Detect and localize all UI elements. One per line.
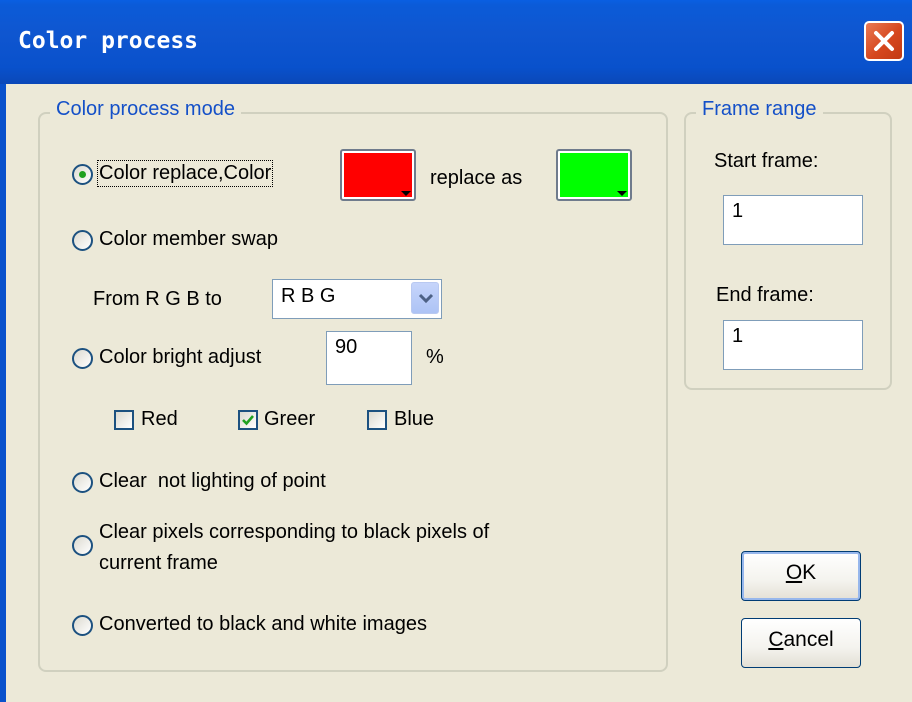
cancel-button-label: Cancel bbox=[768, 628, 833, 652]
color-bright-adjust-label[interactable]: Color bright adjust bbox=[99, 346, 261, 369]
color-process-dialog: Color process Color process mode Color r… bbox=[0, 0, 912, 702]
start-frame-label: Start frame: bbox=[714, 150, 819, 172]
green-channel-label[interactable]: Greer bbox=[264, 408, 315, 431]
clear-not-lighting-label[interactable]: Clear not lighting of point bbox=[99, 470, 326, 493]
swap-order-select[interactable]: R B G bbox=[272, 279, 442, 319]
red-channel-checkbox[interactable] bbox=[114, 410, 134, 430]
clear-black-pixels-radio[interactable] bbox=[72, 535, 93, 556]
ok-button-label: OK bbox=[786, 561, 816, 585]
target-color-picker[interactable] bbox=[556, 149, 632, 201]
blue-channel-label[interactable]: Blue bbox=[394, 408, 434, 431]
ok-rest: K bbox=[802, 561, 817, 584]
source-color-picker[interactable] bbox=[340, 149, 416, 201]
convert-bw-label[interactable]: Converted to black and white images bbox=[99, 613, 427, 636]
cancel-button[interactable]: Cancel bbox=[741, 618, 861, 668]
clear-black-pixels-label-line1[interactable]: Clear pixels corresponding to black pixe… bbox=[99, 521, 489, 544]
close-button[interactable] bbox=[864, 21, 904, 61]
window-border bbox=[0, 84, 6, 702]
ok-mnemonic: O bbox=[785, 561, 803, 584]
convert-bw-radio[interactable] bbox=[72, 615, 93, 636]
frame-range-legend: Frame range bbox=[696, 98, 823, 121]
color-member-swap-radio[interactable] bbox=[72, 230, 93, 251]
red-channel-label[interactable]: Red bbox=[141, 408, 178, 431]
target-color-dropdown-arrow-icon bbox=[617, 191, 627, 196]
swap-order-value: R B G bbox=[281, 285, 336, 307]
checkmark-icon bbox=[242, 415, 254, 426]
end-frame-input[interactable]: 1 bbox=[723, 320, 863, 370]
clear-not-lighting-radio[interactable] bbox=[72, 472, 93, 493]
green-channel-checkbox[interactable] bbox=[238, 410, 258, 430]
title-bar[interactable]: Color process bbox=[0, 0, 912, 84]
mode-group-legend: Color process mode bbox=[50, 98, 241, 121]
dialog-title: Color process bbox=[18, 28, 199, 54]
cancel-rest: ancel bbox=[783, 628, 834, 651]
color-member-swap-label[interactable]: Color member swap bbox=[99, 228, 278, 251]
color-replace-radio[interactable] bbox=[72, 164, 93, 185]
source-color-dropdown-arrow-icon bbox=[401, 191, 411, 196]
color-replace-label[interactable]: Color replace,Color bbox=[96, 160, 274, 187]
blue-channel-checkbox[interactable] bbox=[367, 410, 387, 430]
ok-button[interactable]: OK bbox=[741, 551, 861, 601]
swap-from-label: From R G B to bbox=[93, 288, 222, 310]
bright-adjust-input[interactable]: 90 bbox=[326, 331, 412, 385]
swap-order-dropdown-button[interactable] bbox=[411, 282, 439, 314]
close-icon bbox=[874, 31, 894, 51]
cancel-mnemonic: C bbox=[768, 628, 784, 651]
clear-black-pixels-label-line2[interactable]: current frame bbox=[99, 552, 218, 575]
replace-as-label: replace as bbox=[430, 167, 523, 189]
end-frame-label: End frame: bbox=[716, 284, 814, 306]
bright-adjust-unit: % bbox=[426, 346, 444, 368]
start-frame-input[interactable]: 1 bbox=[723, 195, 863, 245]
chevron-down-icon bbox=[418, 293, 434, 304]
color-bright-adjust-radio[interactable] bbox=[72, 348, 93, 369]
